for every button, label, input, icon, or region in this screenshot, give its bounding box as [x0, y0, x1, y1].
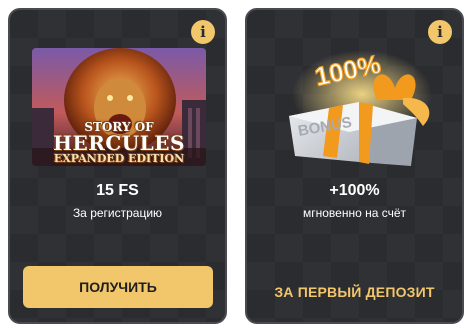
bonus-card-deposit: i BONUS 100% +100% мгновенно на счёт ЗА … — [245, 8, 464, 324]
bonus-gift-box: BONUS 100% — [277, 44, 447, 176]
bonus-card-registration: i STORY OF HERCULES EXPANDED EDITION 15 … — [8, 8, 227, 324]
game-logo: STORY OF HERCULES EXPANDED EDITION — [32, 121, 206, 164]
info-icon[interactable]: i — [428, 20, 452, 44]
bonus-description: мгновенно на счёт — [302, 206, 407, 220]
first-deposit-link[interactable]: ЗА ПЕРВЫЙ ДЕПОЗИТ — [247, 284, 462, 300]
game-title-line3: EXPANDED EDITION — [53, 152, 185, 165]
game-title-line2: HERCULES — [53, 131, 185, 155]
info-icon[interactable]: i — [191, 20, 215, 44]
get-bonus-button[interactable]: ПОЛУЧИТЬ — [23, 266, 213, 308]
bonus-amount: +100% — [329, 182, 380, 199]
gift-box-icon: BONUS 100% — [289, 48, 432, 166]
bonus-amount: 15 FS — [96, 182, 139, 199]
game-thumbnail: STORY OF HERCULES EXPANDED EDITION — [32, 48, 206, 166]
bonus-description: За регистрацию — [72, 206, 163, 220]
